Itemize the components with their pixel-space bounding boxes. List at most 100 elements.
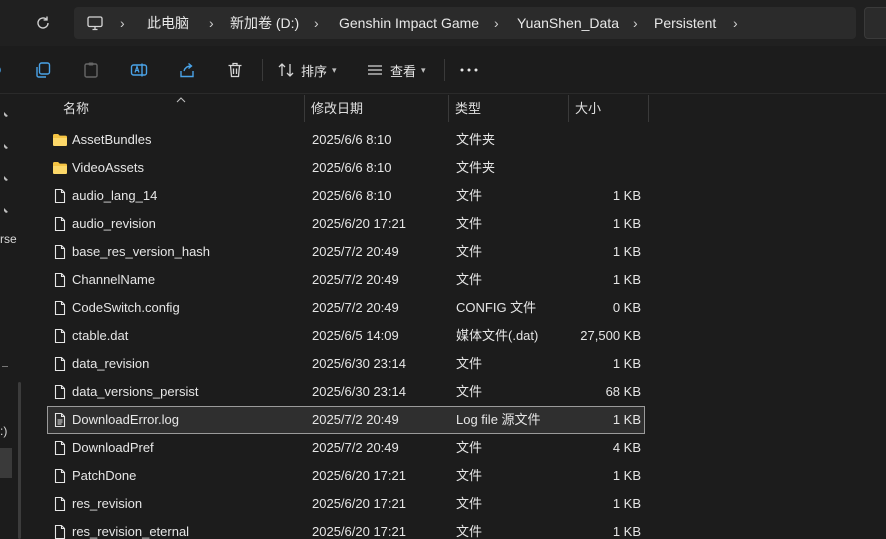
file-name: VideoAssets	[72, 160, 145, 175]
chevron-right-icon[interactable]: ›	[494, 16, 506, 30]
file-row[interactable]: audio_revision 2025/6/20 17:21 文件 1 KB	[47, 210, 645, 238]
file-icon	[52, 496, 68, 512]
file-row[interactable]: AssetBundles 2025/6/6 8:10 文件夹	[47, 126, 645, 154]
file-row[interactable]: data_versions_persist 2025/6/30 23:14 文件 68…	[47, 378, 645, 406]
chevron-right-icon[interactable]: ›	[314, 16, 326, 30]
file-row[interactable]: ChannelName 2025/7/2 20:49 文件 1 KB	[47, 266, 645, 294]
file-name: DownloadError.log	[72, 412, 179, 427]
file-row[interactable]: DownloadError.log 2025/7/2 20:49 Log file …	[47, 406, 645, 434]
delete-icon[interactable]	[226, 58, 244, 82]
file-row[interactable]: VideoAssets 2025/6/6 8:10 文件夹	[47, 154, 645, 182]
file-icon	[52, 272, 68, 288]
file-row[interactable]: DownloadPref 2025/7/2 20:49 文件 4 KB	[47, 434, 645, 462]
file-row[interactable]: data_revision 2025/6/30 23:14 文件 1 KB	[47, 350, 645, 378]
view-label: 查看	[390, 63, 417, 79]
file-type: 文件	[456, 524, 483, 539]
file-modified-date: 2025/7/2 20:49	[312, 244, 399, 259]
file-icon	[52, 356, 68, 372]
file-type: 媒体文件(.dat)	[456, 328, 539, 343]
column-divider[interactable]	[448, 95, 449, 122]
file-name: res_revision	[72, 496, 143, 511]
rename-icon[interactable]	[130, 58, 148, 82]
file-type: 文件	[456, 272, 483, 287]
file-icon	[52, 328, 68, 344]
file-icon	[52, 524, 68, 539]
file-size	[570, 155, 641, 181]
column-divider[interactable]	[568, 95, 569, 122]
file-type: 文件	[456, 356, 483, 371]
address-bar[interactable]: › 此电脑 › 新加卷 (D:) › Genshin Impact Game ›…	[74, 7, 856, 39]
log-file-icon	[52, 412, 68, 428]
file-modified-date: 2025/6/6 8:10	[312, 160, 392, 175]
pin-icon	[0, 172, 10, 182]
nav-selected-item[interactable]	[0, 448, 12, 478]
file-row[interactable]: ctable.dat 2025/6/5 14:09 媒体文件(.dat) 27,500…	[47, 322, 645, 350]
chevron-right-icon[interactable]: ›	[209, 16, 221, 30]
file-row[interactable]: res_revision 2025/6/20 17:21 文件 1 KB	[47, 490, 645, 518]
breadcrumb-this-pc[interactable]: 此电脑	[147, 15, 189, 31]
paste-icon[interactable]	[82, 58, 100, 82]
nav-scrollbar[interactable]	[18, 382, 21, 539]
file-icon	[52, 216, 68, 232]
file-type: Log file 源文件	[456, 412, 541, 427]
file-name: audio_lang_14	[72, 188, 158, 203]
chevron-right-icon[interactable]: ›	[120, 16, 132, 30]
file-row[interactable]: PatchDone 2025/6/20 17:21 文件 1 KB	[47, 462, 645, 490]
column-header-name[interactable]: 名称	[63, 95, 89, 122]
column-header-size[interactable]: 大小	[575, 95, 601, 122]
file-type: 文件	[456, 496, 483, 511]
file-modified-date: 2025/6/5 14:09	[312, 328, 399, 343]
file-type: 文件夹	[456, 132, 496, 147]
file-row[interactable]: audio_lang_14 2025/6/6 8:10 文件 1 KB	[47, 182, 645, 210]
more-options-button[interactable]	[459, 58, 479, 82]
chevron-down-icon: ▾	[332, 64, 337, 75]
address-row: › 此电脑 › 新加卷 (D:) › Genshin Impact Game ›…	[0, 0, 886, 46]
breadcrumb-yuanshen-data[interactable]: YuanShen_Data	[517, 15, 619, 31]
sort-button[interactable]: 排序 ▾	[277, 58, 337, 82]
refresh-icon[interactable]	[34, 14, 52, 32]
file-icon	[52, 300, 68, 316]
file-size: 1 KB	[612, 412, 641, 427]
folder-icon	[52, 160, 68, 176]
pin-icon	[0, 204, 10, 214]
file-modified-date: 2025/6/20 17:21	[312, 496, 406, 511]
breadcrumb-drive-d[interactable]: 新加卷 (D:)	[230, 15, 299, 31]
file-type: CONFIG 文件	[456, 300, 537, 315]
file-list: 名称 修改日期 类型 大小 AssetBundles 2025/6/6 8:10 文…	[34, 95, 886, 539]
search-box[interactable]	[864, 7, 886, 39]
file-size: 4 KB	[612, 440, 641, 455]
file-icon	[52, 468, 68, 484]
chevron-right-icon[interactable]: ›	[633, 16, 645, 30]
navigation-pane: rse :)	[0, 95, 32, 539]
share-icon[interactable]	[178, 58, 196, 82]
breadcrumb-persistent[interactable]: Persistent	[654, 15, 716, 31]
file-name: ChannelName	[72, 272, 156, 287]
breadcrumb-genshin-impact-game[interactable]: Genshin Impact Game	[339, 15, 479, 31]
nav-divider	[2, 366, 8, 367]
file-row[interactable]: res_revision_eternal 2025/6/20 17:21 文件 1 K…	[47, 518, 645, 539]
file-size: 68 KB	[605, 384, 641, 399]
file-name: CodeSwitch.config	[72, 300, 180, 315]
file-row[interactable]: CodeSwitch.config 2025/7/2 20:49 CONFIG 文件…	[47, 294, 645, 322]
column-header-modified[interactable]: 修改日期	[311, 95, 363, 122]
copy-icon[interactable]	[34, 58, 52, 82]
file-modified-date: 2025/6/6 8:10	[312, 188, 392, 203]
file-modified-date: 2025/6/20 17:21	[312, 216, 406, 231]
chevron-right-icon[interactable]: ›	[733, 16, 745, 30]
view-button[interactable]: 查看 ▾	[366, 58, 426, 82]
column-divider[interactable]	[648, 95, 649, 122]
file-modified-date: 2025/7/2 20:49	[312, 300, 399, 315]
new-item-icon[interactable]	[0, 58, 6, 82]
file-size	[570, 127, 641, 153]
command-bar: 排序 ▾ 查看 ▾	[0, 46, 886, 94]
column-divider[interactable]	[304, 95, 305, 122]
nav-item-fragment[interactable]: :)	[0, 424, 7, 438]
column-header-type[interactable]: 类型	[455, 95, 481, 122]
pin-icon	[0, 108, 10, 118]
nav-item-fragment[interactable]: rse	[0, 232, 17, 246]
file-type: 文件	[456, 244, 483, 259]
file-modified-date: 2025/6/20 17:21	[312, 524, 406, 539]
file-icon	[52, 244, 68, 260]
file-modified-date: 2025/7/2 20:49	[312, 272, 399, 287]
file-row[interactable]: base_res_version_hash 2025/7/2 20:49 文件 1 K…	[47, 238, 645, 266]
